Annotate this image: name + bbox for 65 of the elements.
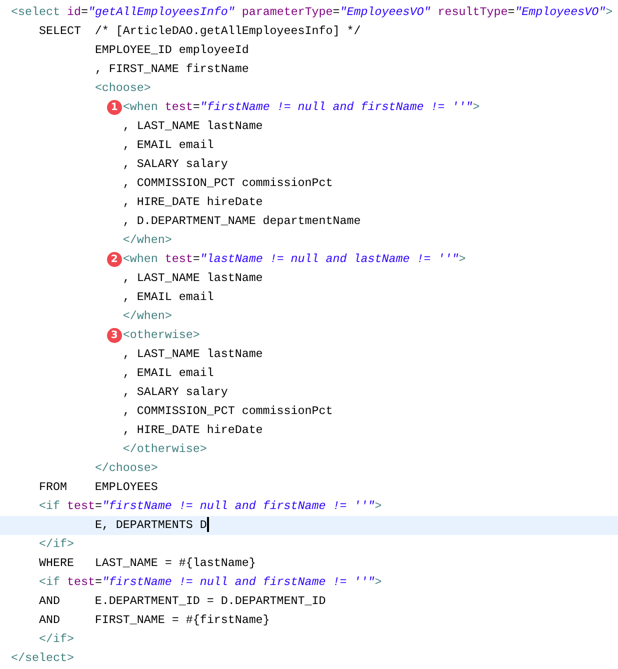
code-text: , LAST_NAME lastName — [122, 347, 263, 361]
code-text: , EMAIL email — [122, 366, 214, 380]
code-text: E, DEPARTMENTS D — [94, 518, 207, 532]
xml-tag: </when> — [122, 309, 172, 323]
attribute-value: "firstName != null and firstName != ''" — [200, 100, 473, 114]
code-text: , LAST_NAME lastName — [122, 119, 263, 133]
xml-tag: </when> — [122, 233, 172, 247]
code-text: FROM EMPLOYEES — [38, 480, 158, 494]
code-text: AND FIRST_NAME = #{firstName} — [38, 613, 270, 627]
xml-tag: <choose> — [94, 81, 151, 95]
code-text: , FIRST_NAME firstName — [94, 62, 249, 76]
attribute-name: resultType — [438, 5, 508, 19]
xml-tag: <select — [11, 5, 67, 19]
xml-tag: > — [374, 499, 382, 513]
code-text: = — [192, 100, 200, 114]
text-cursor — [206, 517, 209, 532]
code-text: , SALARY salary — [122, 385, 228, 399]
attribute-name: test — [66, 499, 95, 513]
attribute-name: parameterType — [242, 5, 333, 19]
xml-tag: > — [458, 252, 466, 266]
code-text: , SALARY salary — [122, 157, 228, 171]
xml-tag: </select> — [11, 651, 74, 665]
xml-tag: </if> — [38, 632, 74, 646]
attribute-value: "EmployeesVO" — [340, 5, 432, 19]
attribute-value: "firstName != null and firstName != ''" — [102, 499, 375, 513]
code-text: = — [332, 5, 340, 19]
attribute-value: "lastName != null and lastName != ''" — [200, 252, 459, 266]
attribute-name: test — [66, 575, 95, 589]
code-text: = — [94, 499, 102, 513]
xml-tag: > — [472, 100, 480, 114]
xml-tag: <if — [38, 499, 67, 513]
xml-tag: </choose> — [94, 461, 158, 475]
xml-tag: <otherwise> — [122, 328, 200, 342]
code-text: = — [192, 252, 200, 266]
xml-tag: > — [374, 575, 382, 589]
code-text: , COMMISSION_PCT commissionPct — [122, 404, 333, 418]
code-text: , COMMISSION_PCT commissionPct — [122, 176, 333, 190]
code-text: WHERE LAST_NAME = #{lastName} — [38, 556, 256, 570]
xml-tag: <when — [122, 100, 165, 114]
code-text: = — [94, 575, 102, 589]
number-badge: 2 — [106, 252, 122, 267]
code-text: AND E.DEPARTMENT_ID = D.DEPARTMENT_ID — [38, 594, 326, 608]
number-badge: 3 — [106, 328, 122, 343]
code-text: , EMAIL email — [122, 290, 214, 304]
attribute-value: "EmployeesVO" — [514, 5, 606, 19]
xml-tag: <when — [122, 252, 165, 266]
attribute-name: id — [66, 5, 81, 19]
xml-tag: <if — [38, 575, 67, 589]
code-text: = — [80, 5, 88, 19]
code-text: , HIRE_DATE hireDate — [122, 423, 263, 437]
attribute-value: "getAllEmployeesInfo" — [88, 5, 236, 19]
number-badge: 1 — [106, 100, 122, 115]
attribute-name: test — [164, 100, 193, 114]
xml-tag: > — [606, 5, 613, 19]
code-text: = — [508, 5, 515, 19]
code-text: , D.DEPARTMENT_NAME departmentName — [122, 214, 361, 228]
code-text: , LAST_NAME lastName — [122, 271, 263, 285]
xml-tag: </otherwise> — [122, 442, 207, 456]
code-text: SELECT /* [ArticleDAO.getAllEmployeesInfo] */ — [38, 24, 361, 38]
xml-tag: </if> — [38, 537, 74, 551]
attribute-name: test — [164, 252, 193, 266]
code-text: , HIRE_DATE hireDate — [122, 195, 263, 209]
attribute-value: "firstName != null and firstName != ''" — [102, 575, 375, 589]
code-text: EMPLOYEE_ID employeeId — [94, 43, 249, 57]
code-text: , EMAIL email — [122, 138, 214, 152]
